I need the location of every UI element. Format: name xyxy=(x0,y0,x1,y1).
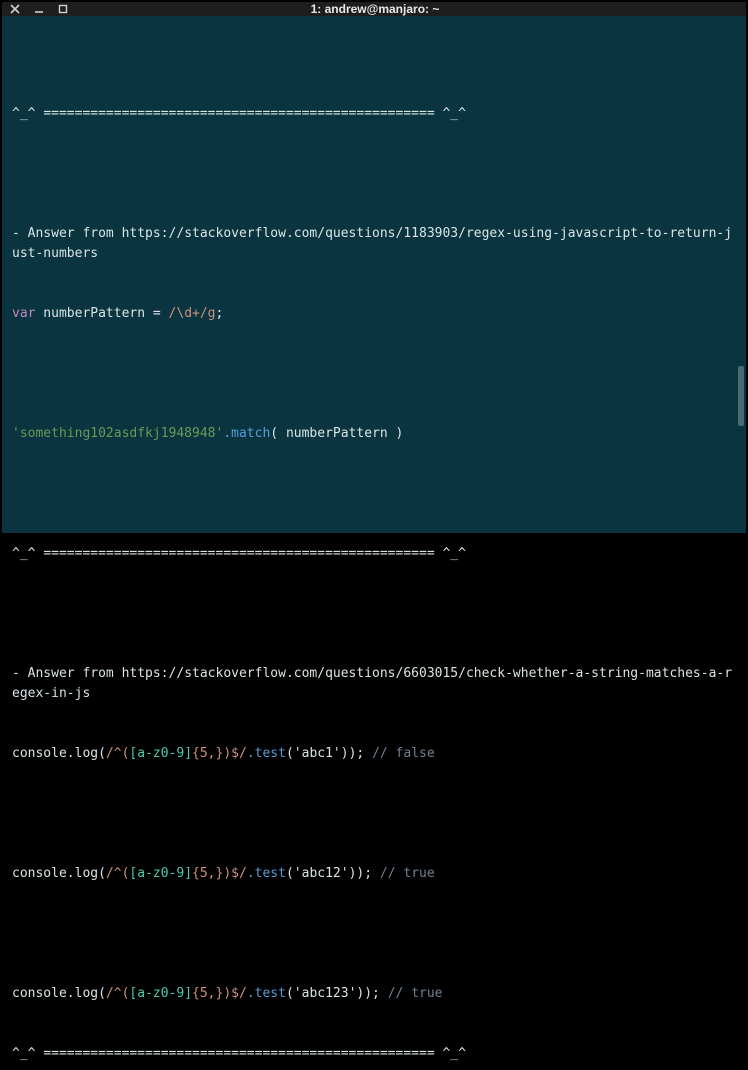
answer-url-line: - Answer from https://stackoverflow.com/… xyxy=(12,224,736,264)
answer-url-line: - Answer from https://stackoverflow.com/… xyxy=(12,664,736,704)
blank-line xyxy=(12,164,736,184)
code-line: console.log(/^([a-z0-9]{5,})$/.test('abc… xyxy=(12,744,736,764)
regex-literal: /\d+/g xyxy=(169,306,216,321)
comment: // true xyxy=(380,986,443,1001)
close-icon[interactable] xyxy=(8,2,22,16)
blank-line xyxy=(12,604,736,624)
comment: // true xyxy=(372,866,435,881)
titlebar[interactable]: 1: andrew@manjaro: ~ xyxy=(2,2,746,16)
divider-line: ^_^ ====================================… xyxy=(12,544,736,564)
code-line: var numberPattern = /\d+/g; xyxy=(12,304,736,324)
blank-line xyxy=(12,804,736,824)
comment: // false xyxy=(364,746,434,761)
blank-line xyxy=(12,364,736,384)
terminal-viewport[interactable]: ^_^ ====================================… xyxy=(2,16,746,1070)
blank-line xyxy=(12,484,736,504)
window-controls xyxy=(8,2,70,16)
code-line: console.log(/^([a-z0-9]{5,})$/.test('abc… xyxy=(12,984,736,1004)
maximize-icon[interactable] xyxy=(56,2,70,16)
blank-line xyxy=(12,924,736,944)
terminal-window: 1: andrew@manjaro: ~ ^_^ ===============… xyxy=(2,2,746,533)
method-test: .test xyxy=(247,746,286,761)
string-literal: 'something102asdfkj1948948' xyxy=(12,426,223,441)
keyword-var: var xyxy=(12,306,35,321)
divider-line: ^_^ ====================================… xyxy=(12,1044,736,1064)
scrollbar-thumb[interactable] xyxy=(738,366,744,426)
method-match: .match xyxy=(223,426,270,441)
divider-line: ^_^ ====================================… xyxy=(12,104,736,124)
code-line: 'something102asdfkj1948948'.match( numbe… xyxy=(12,424,736,444)
minimize-icon[interactable] xyxy=(32,2,46,16)
titlebar-title: 1: andrew@manjaro: ~ xyxy=(70,2,680,16)
code-line: console.log(/^([a-z0-9]{5,})$/.test('abc… xyxy=(12,864,736,884)
